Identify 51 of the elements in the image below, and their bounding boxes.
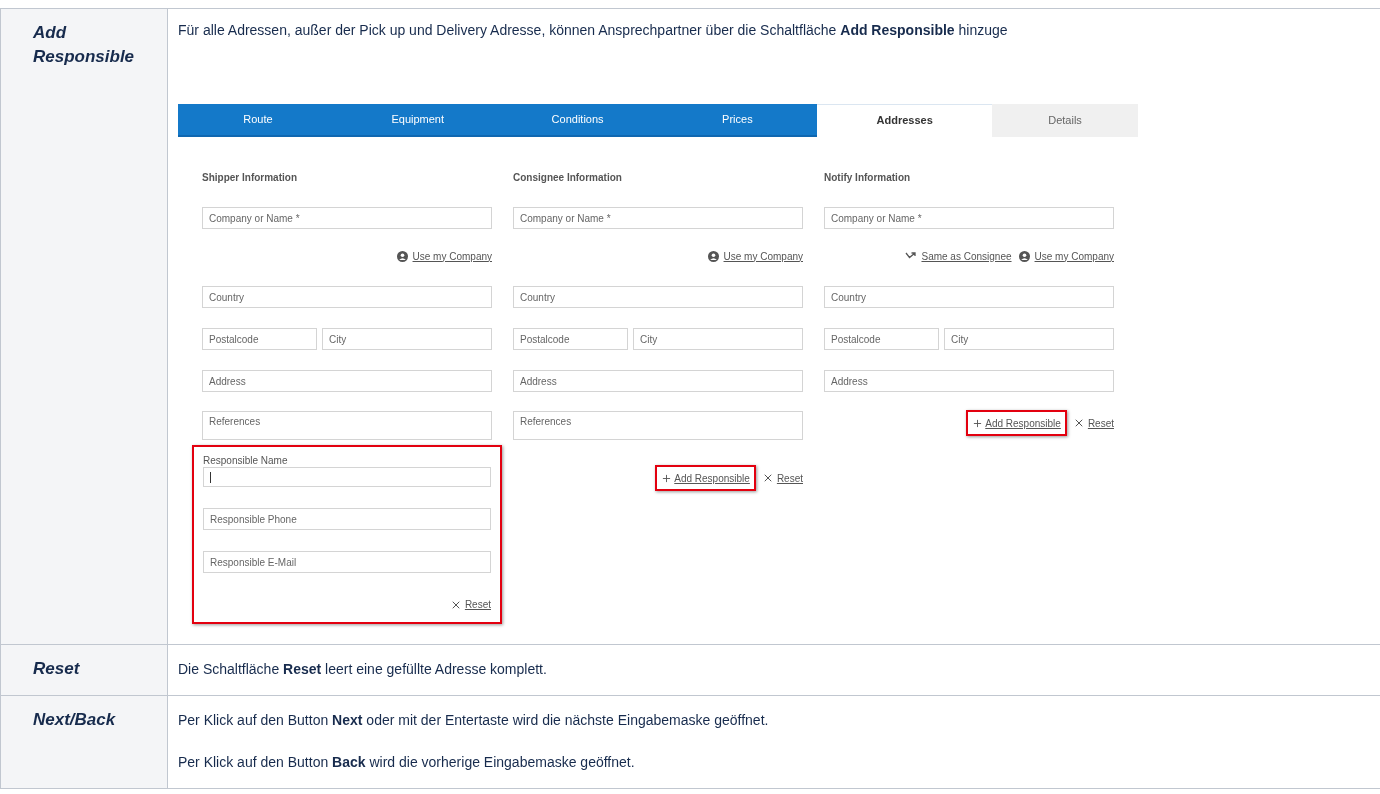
link[interactable]: Use my Company [723, 248, 803, 264]
section-title: Shipper Information [202, 171, 298, 184]
input-field[interactable]: Postalcode [824, 328, 939, 350]
input-field[interactable]: City [322, 328, 492, 350]
tab[interactable]: Conditions [497, 104, 658, 137]
row-header: Next/Back [33, 710, 116, 729]
paragraph: Per Klick auf den Button Next oder mit der Entertaste wird die nächste Eingabemaske geöffnet. [178, 711, 769, 730]
link[interactable]: Use my Company [1034, 248, 1114, 264]
input-field[interactable]: Company or Name * [824, 207, 1114, 229]
paragraph: Die Schaltfläche Reset leert eine gefüllte Adresse komplett. [178, 660, 547, 679]
input-field[interactable]: Postalcode [202, 328, 317, 350]
tab[interactable]: Prices [657, 104, 818, 137]
link[interactable]: Reset [776, 470, 803, 486]
section-title: Notify Information [824, 171, 912, 184]
input-field[interactable]: Responsible E-Mail [203, 551, 491, 573]
input-field[interactable]: Address [202, 370, 492, 392]
field-label: Responsible Name [203, 455, 289, 467]
input-field[interactable]: Country [513, 286, 803, 308]
input-field[interactable]: Company or Name * [513, 207, 803, 229]
input-field[interactable]: Responsible Phone [203, 508, 491, 530]
user-icon [396, 250, 408, 262]
tab[interactable]: Equipment [337, 104, 498, 137]
input-field[interactable]: City [633, 328, 803, 350]
link[interactable]: Reset [1087, 415, 1114, 431]
row-header: Add Responsible [33, 23, 135, 66]
plus-icon [972, 417, 984, 429]
user-icon [707, 250, 719, 262]
link[interactable]: Reset [464, 597, 491, 612]
row-header: Reset [33, 659, 80, 678]
input-field[interactable]: Address [824, 370, 1114, 392]
paragraph: Per Klick auf den Button Back wird die vorherige Eingabemaske geöffnet. [178, 753, 636, 772]
link[interactable]: Add Responsible [674, 470, 750, 486]
section-title: Consignee Information [513, 171, 623, 184]
input-field[interactable]: Country [824, 286, 1114, 308]
input-field[interactable]: References [513, 411, 803, 440]
user-icon [1018, 250, 1030, 262]
input-field[interactable]: Address [513, 370, 803, 392]
input-field[interactable]: Company or Name * [202, 207, 492, 229]
input-field[interactable]: City [944, 328, 1114, 350]
tab[interactable]: Route [178, 104, 338, 137]
input-field[interactable]: References [202, 411, 492, 440]
link[interactable]: Add Responsible [985, 415, 1061, 431]
text-cursor [210, 471, 211, 483]
input-field[interactable]: Country [202, 286, 492, 308]
link[interactable]: Use my Company [412, 248, 492, 264]
input-field[interactable]: Postalcode [513, 328, 628, 350]
input-field[interactable] [203, 467, 491, 487]
plus-icon [661, 472, 673, 484]
link[interactable]: Same as Consignee [921, 248, 1012, 264]
arrow-icon [905, 252, 917, 260]
paragraph: Für alle Adressen, außer der Pick up und Delivery Adresse, können Ansprechpartner über die Schaltfläche Add Responsible hinzuge [178, 21, 1009, 40]
